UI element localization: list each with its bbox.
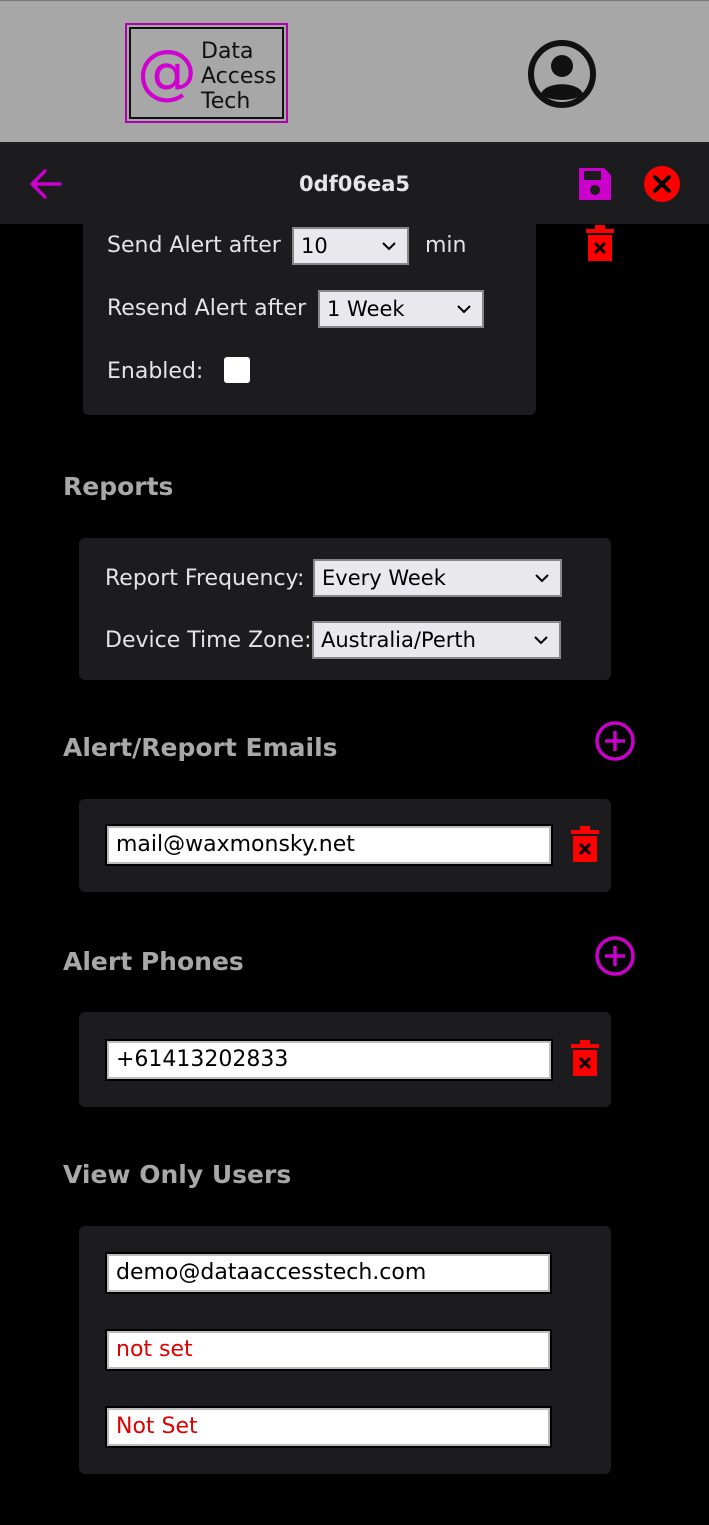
phone-field[interactable]: +61413202833 bbox=[105, 1039, 553, 1081]
logo-text: Data Access Tech bbox=[201, 39, 276, 114]
view-only-section-title: View Only Users bbox=[63, 1160, 292, 1189]
delete-alert-icon[interactable] bbox=[585, 225, 615, 263]
report-frequency-label: Report Frequency: bbox=[105, 566, 305, 591]
logo-line: Access bbox=[201, 64, 277, 89]
resend-alert-label: Resend Alert after bbox=[107, 296, 307, 321]
title-bar: 0df06ea5 bbox=[0, 142, 709, 224]
save-icon[interactable] bbox=[575, 164, 615, 204]
enabled-checkbox[interactable] bbox=[224, 357, 250, 383]
send-alert-unit: min bbox=[425, 233, 467, 258]
add-phone-icon[interactable] bbox=[594, 935, 636, 977]
view-only-user-field[interactable]: not set bbox=[105, 1329, 552, 1371]
view-only-user-field[interactable]: demo@dataaccesstech.com bbox=[105, 1252, 552, 1294]
time-zone-label: Device Time Zone: bbox=[105, 628, 312, 653]
send-alert-value: 10 bbox=[301, 234, 328, 258]
chevron-down-icon bbox=[535, 574, 549, 583]
send-alert-select[interactable]: 10 bbox=[292, 227, 409, 265]
time-zone-select[interactable]: Australia/Perth bbox=[312, 621, 561, 659]
view-only-user-field[interactable]: Not Set bbox=[105, 1406, 552, 1448]
reports-section-title: Reports bbox=[63, 472, 174, 501]
report-frequency-select[interactable]: Every Week bbox=[313, 559, 562, 597]
enabled-label: Enabled: bbox=[107, 359, 204, 384]
add-email-icon[interactable] bbox=[594, 720, 636, 762]
account-icon[interactable] bbox=[527, 39, 597, 109]
resend-alert-value: 1 Week bbox=[327, 297, 405, 321]
logo-line: Tech bbox=[201, 89, 251, 114]
delete-phone-icon[interactable] bbox=[570, 1040, 600, 1078]
logo-line: Data bbox=[201, 39, 254, 64]
app-header: @ Data Access Tech bbox=[0, 0, 709, 142]
logo[interactable]: @ Data Access Tech bbox=[125, 23, 288, 123]
time-zone-value: Australia/Perth bbox=[321, 628, 476, 652]
close-icon[interactable] bbox=[642, 164, 682, 204]
logo-at-symbol: @ bbox=[137, 37, 197, 107]
report-frequency-value: Every Week bbox=[322, 566, 446, 590]
chevron-down-icon bbox=[457, 305, 471, 314]
email-field[interactable]: mail@waxmonsky.net bbox=[105, 824, 553, 866]
phones-section-title: Alert Phones bbox=[63, 947, 244, 976]
chevron-down-icon bbox=[382, 242, 396, 251]
delete-email-icon[interactable] bbox=[570, 826, 600, 864]
resend-alert-select[interactable]: 1 Week bbox=[318, 290, 484, 328]
send-alert-label: Send Alert after bbox=[107, 233, 281, 258]
chevron-down-icon bbox=[534, 636, 548, 645]
emails-section-title: Alert/Report Emails bbox=[63, 733, 338, 762]
